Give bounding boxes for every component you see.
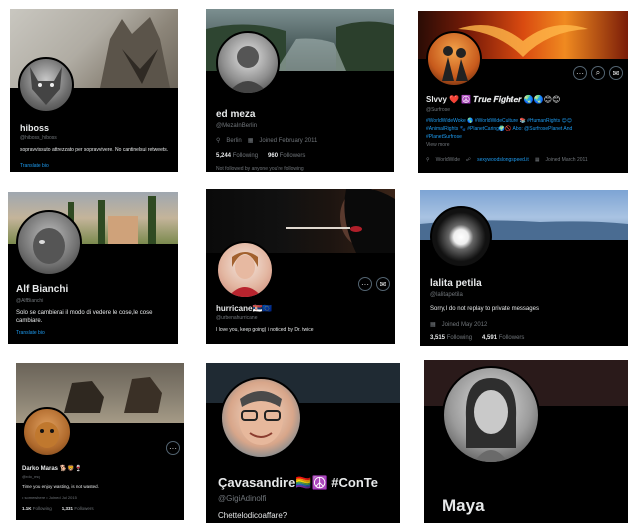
following-stat[interactable]: 3,515 Following — [430, 335, 472, 341]
location-icon: ⚲ — [426, 157, 430, 163]
profile-meta: ▦ Joined May 2012 — [430, 321, 488, 329]
more-icon[interactable]: ··· — [573, 66, 587, 80]
calendar-icon: ▦ — [247, 138, 254, 144]
bio: Sorry,I do not replay to private message… — [430, 306, 539, 312]
profile-card-hiboss[interactable]: hiboss @hiboss_hiboss sopravvissuto attr… — [10, 9, 178, 172]
bio: Time you enjoy wasting, is not wasted. — [22, 484, 99, 489]
profile-card-cavasandire[interactable]: Çavasandire🏳️‍🌈☮️ #ConTe @GigiAdinolfi C… — [206, 363, 400, 523]
website-link[interactable]: sexywoodslongspeed.it — [477, 157, 529, 163]
followers-stat[interactable]: 4,591 Followers — [482, 335, 524, 341]
handle: @GigiAdinolfi — [218, 494, 267, 503]
man-with-glasses-avatar — [239, 391, 283, 445]
avatar[interactable] — [18, 57, 74, 113]
animal-avatar — [33, 228, 65, 264]
bio-line-2: #AnimalRights 🐾 #PlanetCaring🌍🚫 Abo: @Su… — [426, 126, 573, 132]
profile-card-alf-bianchi[interactable]: Alf Bianchi @AlfBianchi Solo se cambiera… — [8, 192, 178, 344]
handle: @lalitapetila — [430, 292, 463, 298]
bio-line-1: #WorldWideWoke 🌎 #WorldWideCulture 📚 #Hu… — [426, 118, 572, 124]
avatar[interactable] — [16, 210, 82, 276]
followers-stat[interactable]: 1,331 Followers — [62, 506, 94, 511]
profile-actions: ··· — [166, 441, 180, 455]
avatar[interactable] — [426, 31, 482, 87]
display-name: ed meza — [216, 109, 256, 120]
display-name: Maya — [442, 496, 485, 515]
profile-actions: ··· ✉ — [358, 277, 390, 291]
more-icon[interactable]: ··· — [166, 441, 180, 455]
person-photo — [228, 46, 268, 93]
calendar-icon: ▦ — [534, 157, 540, 163]
profile-actions: ··· ⌕ ✉ — [573, 66, 623, 80]
avatar[interactable] — [216, 31, 280, 95]
display-name: hurricane🇷🇸🇪🇺 — [216, 304, 273, 313]
display-name: Alf Bianchi — [16, 284, 69, 295]
profile-card-darko-maras[interactable]: ··· Darko Maras 🐕🦁🍷 @rdo_mq Time you enj… — [16, 363, 184, 520]
view-more[interactable]: View more — [426, 142, 450, 149]
wolf-avatar-icon — [30, 67, 62, 105]
profile-card-hurricane[interactable]: ··· ✉ hurricane🇷🇸🇪🇺 @urbenahurricane I l… — [206, 189, 395, 344]
follow-stats: 1.1K Following 1,331 Followers — [22, 506, 94, 511]
bio: sopravvissuto attrezzato per sopravviver… — [20, 147, 169, 153]
woman-portrait-avatar — [465, 378, 517, 462]
display-name: Çavasandire🏳️‍🌈☮️ #ConTe — [218, 475, 379, 490]
handle: @hiboss_hiboss — [20, 135, 57, 141]
avatar[interactable] — [22, 407, 72, 457]
profile-card-lalita-petila[interactable]: lalita petila @lalitapetila Sorry,I do n… — [420, 190, 628, 346]
display-name: Darko Maras 🐕🦁🍷 — [22, 466, 83, 472]
location-icon: ⚲ — [216, 138, 221, 144]
display-name: Slvvy ❤️ ☮️ 𝑻𝒓𝒖𝒆 𝑭𝒊𝒈𝒉𝒕𝒆𝒓 🌏🌏😊😊 — [426, 95, 561, 104]
woman-avatar — [228, 252, 262, 297]
joined-date: Joined March 2011 — [545, 157, 588, 163]
search-icon[interactable]: ⌕ — [591, 66, 605, 80]
follow-stats: 5,244 Following 960 Followers — [216, 153, 305, 159]
profile-meta: • somewhere • Joined Jul 2015 — [22, 495, 77, 500]
avatar[interactable] — [220, 377, 302, 459]
translate-link[interactable]: Translate bio — [20, 163, 49, 170]
avatar[interactable] — [442, 366, 540, 464]
location: WorldWide — [435, 157, 461, 163]
handle: @MezaInBerlin — [216, 123, 258, 129]
avatar[interactable] — [216, 241, 274, 299]
handle: @Surfrose — [426, 107, 450, 113]
display-name: lalita petila — [430, 278, 482, 289]
following-stat[interactable]: 5,244 Following — [216, 153, 258, 159]
profile-meta: ⚲ WorldWide ☍ sexywoodslongspeed.it ▦ Jo… — [426, 157, 588, 163]
profile-meta: ⚲ Berlin ▦ Joined February 2011 — [216, 137, 318, 145]
bio: Chettelodicoaffare? — [218, 511, 288, 520]
display-name: hiboss — [20, 123, 50, 133]
profile-card-maya[interactable]: Maya — [424, 360, 628, 523]
handle: @AlfBianchi — [16, 298, 44, 304]
followers-stat[interactable]: 960 Followers — [268, 153, 305, 159]
bio-line-3: #PlanetSurfrose — [426, 134, 462, 140]
message-icon[interactable]: ✉ — [609, 66, 623, 80]
message-icon[interactable]: ✉ — [376, 277, 390, 291]
dog-avatar — [35, 422, 59, 448]
calendar-icon: ▦ — [430, 322, 436, 328]
profile-card-slvvy[interactable]: ··· ⌕ ✉ Slvvy ❤️ ☮️ 𝑻𝒓𝒖𝒆 𝑭𝒊𝒈𝒉𝒕𝒆𝒓 🌏🌏😊😊 @S… — [418, 11, 628, 173]
more-icon[interactable]: ··· — [358, 277, 372, 291]
following-stat[interactable]: 1.1K Following — [22, 506, 52, 511]
handle: @rdo_mq — [22, 474, 40, 479]
handle: @urbenahurricane — [216, 315, 258, 321]
not-followed-note: Not followed by anyone you're following — [216, 166, 304, 172]
joined-date: Joined February 2011 — [259, 137, 318, 144]
joined-date: Joined May 2012 — [441, 321, 488, 328]
avatar[interactable] — [430, 206, 492, 268]
bio: Solo se cambierai il modo di vedere le c… — [16, 310, 153, 324]
location: Berlin — [226, 137, 242, 144]
bio: I love you, keep going) i noticed by Dr.… — [216, 327, 314, 333]
translate-link[interactable]: Translate bio — [16, 330, 45, 337]
profile-card-ed-meza[interactable]: ed meza @MezaInBerlin ⚲ Berlin ▦ Joined … — [206, 9, 394, 172]
dancing-couple-art — [442, 46, 468, 81]
follow-stats: 3,515 Following 4,591 Followers — [430, 335, 524, 341]
link-icon: ☍ — [466, 157, 472, 163]
